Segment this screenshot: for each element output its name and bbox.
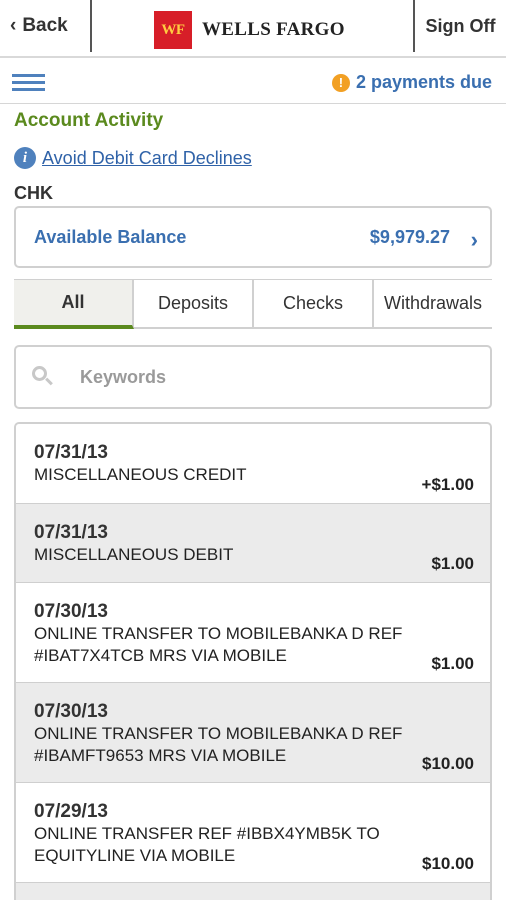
- transaction-amount: $10.00: [422, 754, 474, 773]
- back-label: Back: [22, 15, 68, 36]
- logo-text: WELLS FARGO: [202, 19, 345, 40]
- transaction-row[interactable]: 07/31/13 MISCELLANEOUS DEBIT $1.00: [16, 504, 490, 583]
- transaction-amount: $10.00: [422, 854, 474, 873]
- avoid-declines-link[interactable]: Avoid Debit Card Declines: [42, 148, 252, 169]
- transaction-row-partial[interactable]: [16, 883, 490, 900]
- transaction-date: 07/29/13: [34, 801, 108, 822]
- chevron-right-icon: ›: [470, 227, 478, 252]
- account-label: CHK: [14, 183, 53, 203]
- alert-icon: !: [331, 73, 350, 92]
- transaction-row[interactable]: 07/29/13 ONLINE TRANSFER REF #IBBX4YMB5K…: [16, 783, 490, 883]
- balance-amount: $9,979.27: [369, 226, 450, 247]
- transaction-row[interactable]: 07/30/13 ONLINE TRANSFER TO MOBILEBANKA …: [16, 683, 490, 783]
- logo-mark: WF: [154, 11, 192, 49]
- back-button[interactable]: ‹ Back: [0, 0, 92, 52]
- info-icon: i: [14, 147, 36, 169]
- transaction-date: 07/31/13: [34, 522, 108, 543]
- transaction-list: 07/31/13 MISCELLANEOUS CREDIT +$1.00 07/…: [14, 422, 492, 900]
- tab-all[interactable]: All: [14, 280, 134, 329]
- transaction-description: ONLINE TRANSFER TO MOBILEBANKA D REF #IB…: [34, 624, 403, 665]
- balance-label: Available Balance: [34, 226, 187, 247]
- search-icon: [32, 366, 54, 388]
- transaction-description: MISCELLANEOUS CREDIT: [34, 465, 247, 484]
- filter-tabs: All Deposits Checks Withdrawals: [14, 279, 492, 329]
- top-bar: ‹ Back WF WELLS FARGO Sign Off: [0, 0, 506, 58]
- transaction-row[interactable]: 07/30/13 ONLINE TRANSFER TO MOBILEBANKA …: [16, 583, 490, 683]
- info-row: i Avoid Debit Card Declines: [14, 147, 252, 169]
- transaction-amount: $1.00: [431, 554, 474, 573]
- transaction-description: ONLINE TRANSFER TO MOBILEBANKA D REF #IB…: [34, 724, 403, 765]
- transaction-date: 07/30/13: [34, 601, 108, 622]
- tab-checks[interactable]: Checks: [254, 280, 374, 329]
- tab-withdrawals[interactable]: Withdrawals: [374, 280, 492, 329]
- transaction-description: ONLINE TRANSFER REF #IBBX4YMB5K TO EQUIT…: [34, 824, 380, 865]
- transaction-amount: +$1.00: [421, 475, 474, 494]
- transaction-date: 07/31/13: [34, 442, 108, 463]
- available-balance-row[interactable]: Available Balance $9,979.27 ›: [14, 206, 492, 268]
- chevron-left-icon: ‹: [10, 15, 17, 36]
- payments-due-link[interactable]: ! 2 payments due: [331, 72, 492, 93]
- sign-off-button[interactable]: Sign Off: [413, 0, 506, 52]
- search-input[interactable]: [80, 366, 440, 388]
- payments-due-text: 2 payments due: [355, 72, 492, 92]
- search-box: [14, 345, 492, 409]
- transaction-date: 07/30/13: [34, 701, 108, 722]
- transaction-description: MISCELLANEOUS DEBIT: [34, 545, 234, 564]
- tab-deposits[interactable]: Deposits: [134, 280, 254, 329]
- hamburger-menu-icon[interactable]: [12, 74, 45, 91]
- transaction-row[interactable]: 07/31/13 MISCELLANEOUS CREDIT +$1.00: [16, 424, 490, 504]
- transaction-amount: $1.00: [431, 654, 474, 673]
- page-title: Account Activity: [14, 110, 164, 131]
- sub-header: ! 2 payments due: [0, 60, 506, 104]
- wells-fargo-logo: WF WELLS FARGO: [154, 11, 345, 49]
